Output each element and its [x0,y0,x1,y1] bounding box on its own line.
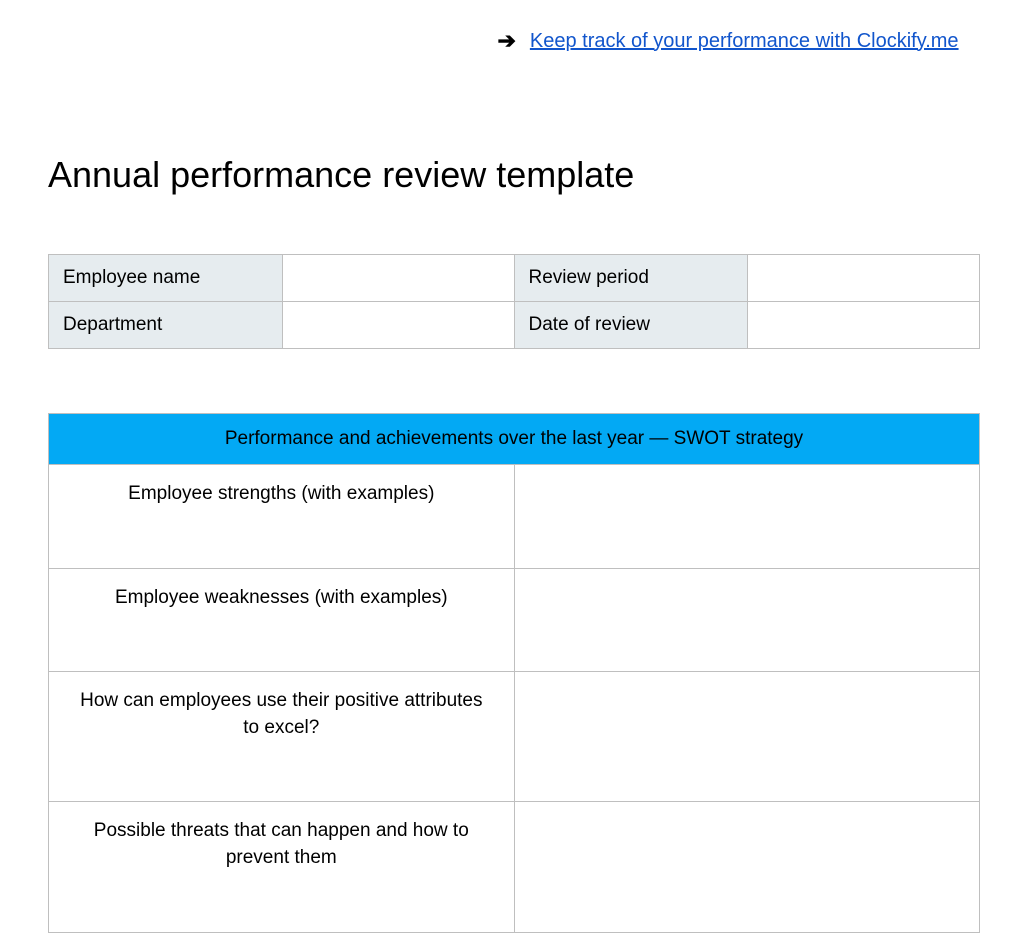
department-label: Department [49,302,283,349]
department-value[interactable] [282,302,514,349]
swot-threats-label: Possible threats that can happen and how… [49,802,515,932]
swot-weaknesses-label: Employee weaknesses (with examples) [49,568,515,672]
swot-opportunities-value[interactable] [514,672,979,802]
table-row: Employee weaknesses (with examples) [49,568,980,672]
swot-opportunities-label: How can employees use their positive att… [49,672,515,802]
swot-table: Performance and achievements over the la… [48,413,980,933]
employee-name-value[interactable] [282,255,514,302]
swot-header-row: Performance and achievements over the la… [49,414,980,465]
table-row: Employee name Review period [49,255,980,302]
employee-name-label: Employee name [49,255,283,302]
header-link-row: ➔ Keep track of your performance with Cl… [0,0,1036,54]
date-of-review-label: Date of review [514,302,748,349]
date-of-review-value[interactable] [748,302,980,349]
table-row: Department Date of review [49,302,980,349]
swot-weaknesses-value[interactable] [514,568,979,672]
page-title: Annual performance review template [48,154,1036,196]
swot-threats-value[interactable] [514,802,979,932]
table-row: Employee strengths (with examples) [49,465,980,569]
swot-strengths-value[interactable] [514,465,979,569]
review-period-value[interactable] [748,255,980,302]
arrow-right-icon: ➔ [497,28,515,54]
table-row: Possible threats that can happen and how… [49,802,980,932]
employee-info-table: Employee name Review period Department D… [48,254,980,349]
swot-strengths-label: Employee strengths (with examples) [49,465,515,569]
review-period-label: Review period [514,255,748,302]
table-row: How can employees use their positive att… [49,672,980,802]
clockify-link[interactable]: Keep track of your performance with Cloc… [530,30,959,53]
swot-section-title: Performance and achievements over the la… [49,414,980,465]
